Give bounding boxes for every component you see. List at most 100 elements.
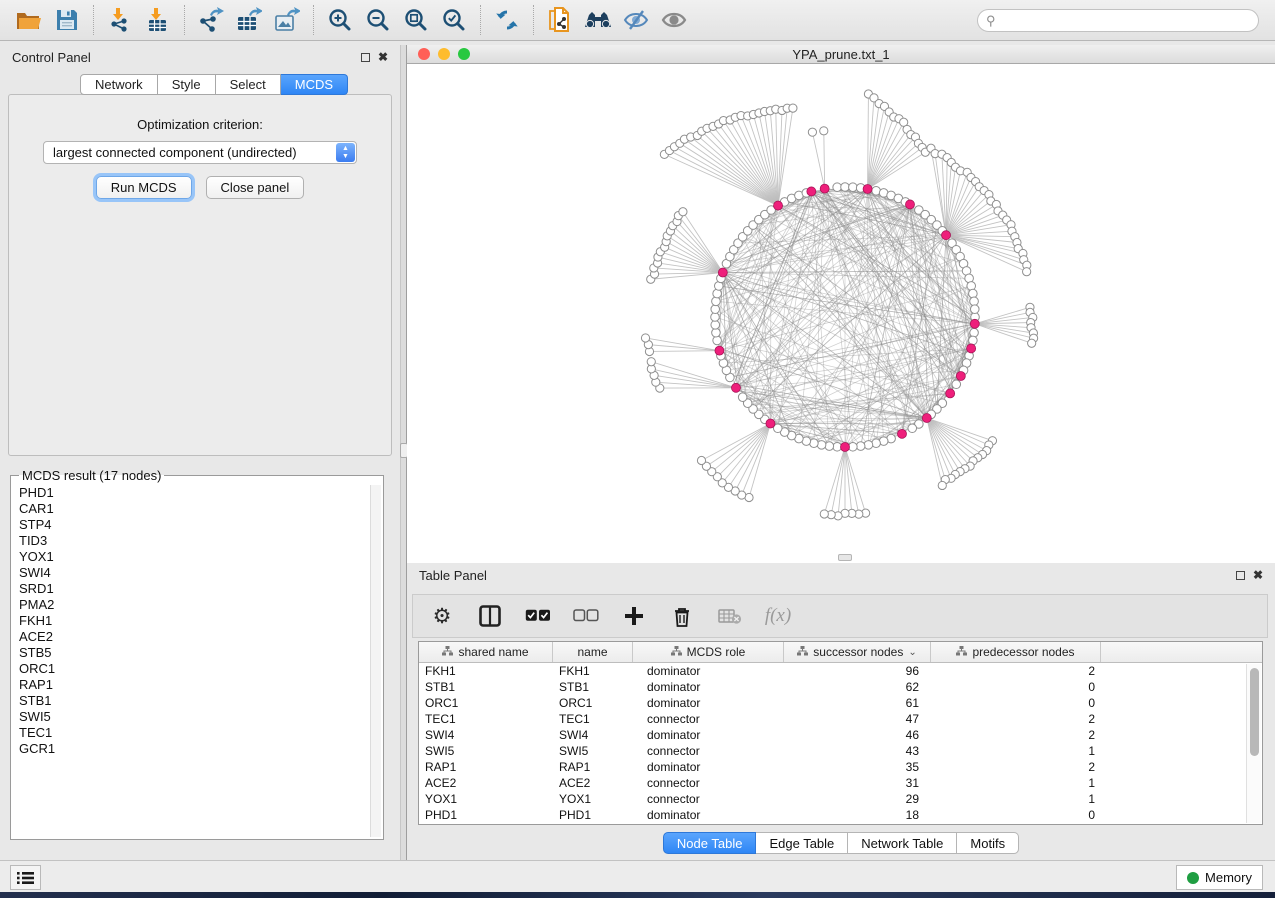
criterion-dropdown[interactable]: largest connected component (undirected)… [43, 141, 357, 164]
ring-node[interactable] [969, 289, 978, 298]
table-cell[interactable]: PHD1 [419, 807, 553, 823]
ring-node[interactable] [849, 183, 858, 192]
table-cell[interactable]: 2 [931, 759, 1101, 775]
mcds-result-item[interactable]: SWI5 [19, 709, 383, 725]
clone-network-icon[interactable] [541, 4, 579, 36]
delete-rows-icon[interactable] [669, 602, 695, 630]
close-panel-button[interactable]: Close panel [206, 176, 305, 199]
export-image-icon[interactable] [268, 4, 306, 36]
satellite-node[interactable] [641, 334, 649, 342]
hub-node[interactable] [906, 200, 915, 209]
table-cell[interactable]: dominator [633, 679, 784, 695]
mcds-result-item[interactable]: SWI4 [19, 565, 383, 581]
table-row[interactable]: SWI5SWI5connector431 [419, 743, 1262, 759]
hub-node[interactable] [967, 344, 976, 353]
table-row[interactable]: STB1STB1dominator620 [419, 679, 1262, 695]
column-header-mcds-role[interactable]: MCDS role [633, 642, 784, 662]
ring-node[interactable] [864, 441, 873, 450]
ring-node[interactable] [713, 289, 722, 298]
table-cell[interactable]: dominator [633, 695, 784, 711]
ring-node[interactable] [841, 183, 850, 192]
table-cell[interactable]: 1 [931, 791, 1101, 807]
list-scrollbar-track[interactable] [370, 485, 381, 837]
zoom-fit-icon[interactable] [397, 4, 435, 36]
table-row[interactable]: PHD1PHD1dominator180 [419, 807, 1262, 823]
table-cell[interactable]: 18 [784, 807, 931, 823]
hub-node[interactable] [774, 201, 783, 210]
table-row[interactable]: YOX1YOX1connector291 [419, 791, 1262, 807]
table-row[interactable]: SWI4SWI4dominator462 [419, 727, 1262, 743]
hub-node[interactable] [715, 346, 724, 355]
close-panel-icon[interactable]: ✖ [1253, 569, 1263, 581]
mcds-result-item[interactable]: STP4 [19, 517, 383, 533]
table-cell[interactable]: YOX1 [553, 791, 633, 807]
hub-node[interactable] [766, 419, 775, 428]
table-cell[interactable]: 2 [931, 663, 1101, 679]
table-cell[interactable]: 0 [931, 679, 1101, 695]
table-cell[interactable]: ACE2 [419, 775, 553, 791]
table-cell[interactable]: SWI5 [553, 743, 633, 759]
hub-node[interactable] [731, 383, 740, 392]
table-cell[interactable]: 0 [931, 807, 1101, 823]
select-all-checkboxes-icon[interactable] [525, 602, 551, 630]
mcds-result-item[interactable]: ACE2 [19, 629, 383, 645]
close-panel-icon[interactable]: ✖ [378, 51, 388, 63]
table-cell[interactable]: 1 [931, 743, 1101, 759]
ring-node[interactable] [969, 336, 978, 345]
mcds-result-item[interactable]: FKH1 [19, 613, 383, 629]
mcds-result-item[interactable]: STB5 [19, 645, 383, 661]
ring-node[interactable] [952, 380, 961, 389]
mcds-result-item[interactable]: YOX1 [19, 549, 383, 565]
hub-node[interactable] [841, 443, 850, 452]
tab-mcds[interactable]: MCDS [281, 74, 348, 95]
zoom-out-icon[interactable] [359, 4, 397, 36]
satellite-node[interactable] [697, 456, 705, 464]
ring-node[interactable] [711, 313, 720, 322]
satellite-node[interactable] [679, 208, 687, 216]
satellite-node[interactable] [647, 358, 655, 366]
ring-node[interactable] [908, 424, 917, 433]
hub-node[interactable] [820, 184, 829, 193]
table-cell[interactable]: STB1 [419, 679, 553, 695]
ring-node[interactable] [713, 336, 722, 345]
table-scrollbar-thumb[interactable] [1250, 668, 1259, 756]
refresh-view-icon[interactable] [488, 4, 526, 36]
export-table-icon[interactable] [230, 4, 268, 36]
hub-node[interactable] [718, 268, 727, 277]
table-cell[interactable]: 31 [784, 775, 931, 791]
tab-node-table[interactable]: Node Table [663, 832, 757, 854]
mcds-result-item[interactable]: PMA2 [19, 597, 383, 613]
table-cell[interactable]: connector [633, 791, 784, 807]
memory-button[interactable]: Memory [1176, 865, 1263, 890]
hub-node[interactable] [897, 429, 906, 438]
column-header-name[interactable]: name [553, 642, 633, 662]
table-cell[interactable]: 61 [784, 695, 931, 711]
import-network-icon[interactable] [101, 4, 139, 36]
table-scrollbar-track[interactable] [1246, 664, 1261, 823]
table-cell[interactable]: connector [633, 775, 784, 791]
network-canvas[interactable] [407, 64, 1275, 563]
hub-node[interactable] [956, 372, 965, 381]
mcds-result-item[interactable]: STB1 [19, 693, 383, 709]
table-row[interactable]: FKH1FKH1dominator962 [419, 663, 1262, 679]
table-cell[interactable]: dominator [633, 807, 784, 823]
mcds-result-item[interactable]: TEC1 [19, 725, 383, 741]
hub-node[interactable] [807, 187, 816, 196]
import-table-icon[interactable] [139, 4, 177, 36]
table-options-gear-icon[interactable]: ⚙ [429, 602, 455, 630]
table-cell[interactable]: FKH1 [419, 663, 553, 679]
ring-node[interactable] [970, 305, 979, 314]
export-network-icon[interactable] [192, 4, 230, 36]
deselect-all-checkboxes-icon[interactable] [573, 602, 599, 630]
zoom-selected-icon[interactable] [435, 4, 473, 36]
ring-node[interactable] [711, 305, 720, 314]
satellite-node[interactable] [938, 481, 946, 489]
table-cell[interactable]: 46 [784, 727, 931, 743]
table-cell[interactable]: RAP1 [553, 759, 633, 775]
table-cell[interactable]: SWI4 [553, 727, 633, 743]
save-session-icon[interactable] [48, 4, 86, 36]
show-all-icon[interactable] [655, 4, 693, 36]
satellite-node[interactable] [1028, 339, 1036, 347]
hide-selected-icon[interactable] [617, 4, 655, 36]
zoom-in-icon[interactable] [321, 4, 359, 36]
